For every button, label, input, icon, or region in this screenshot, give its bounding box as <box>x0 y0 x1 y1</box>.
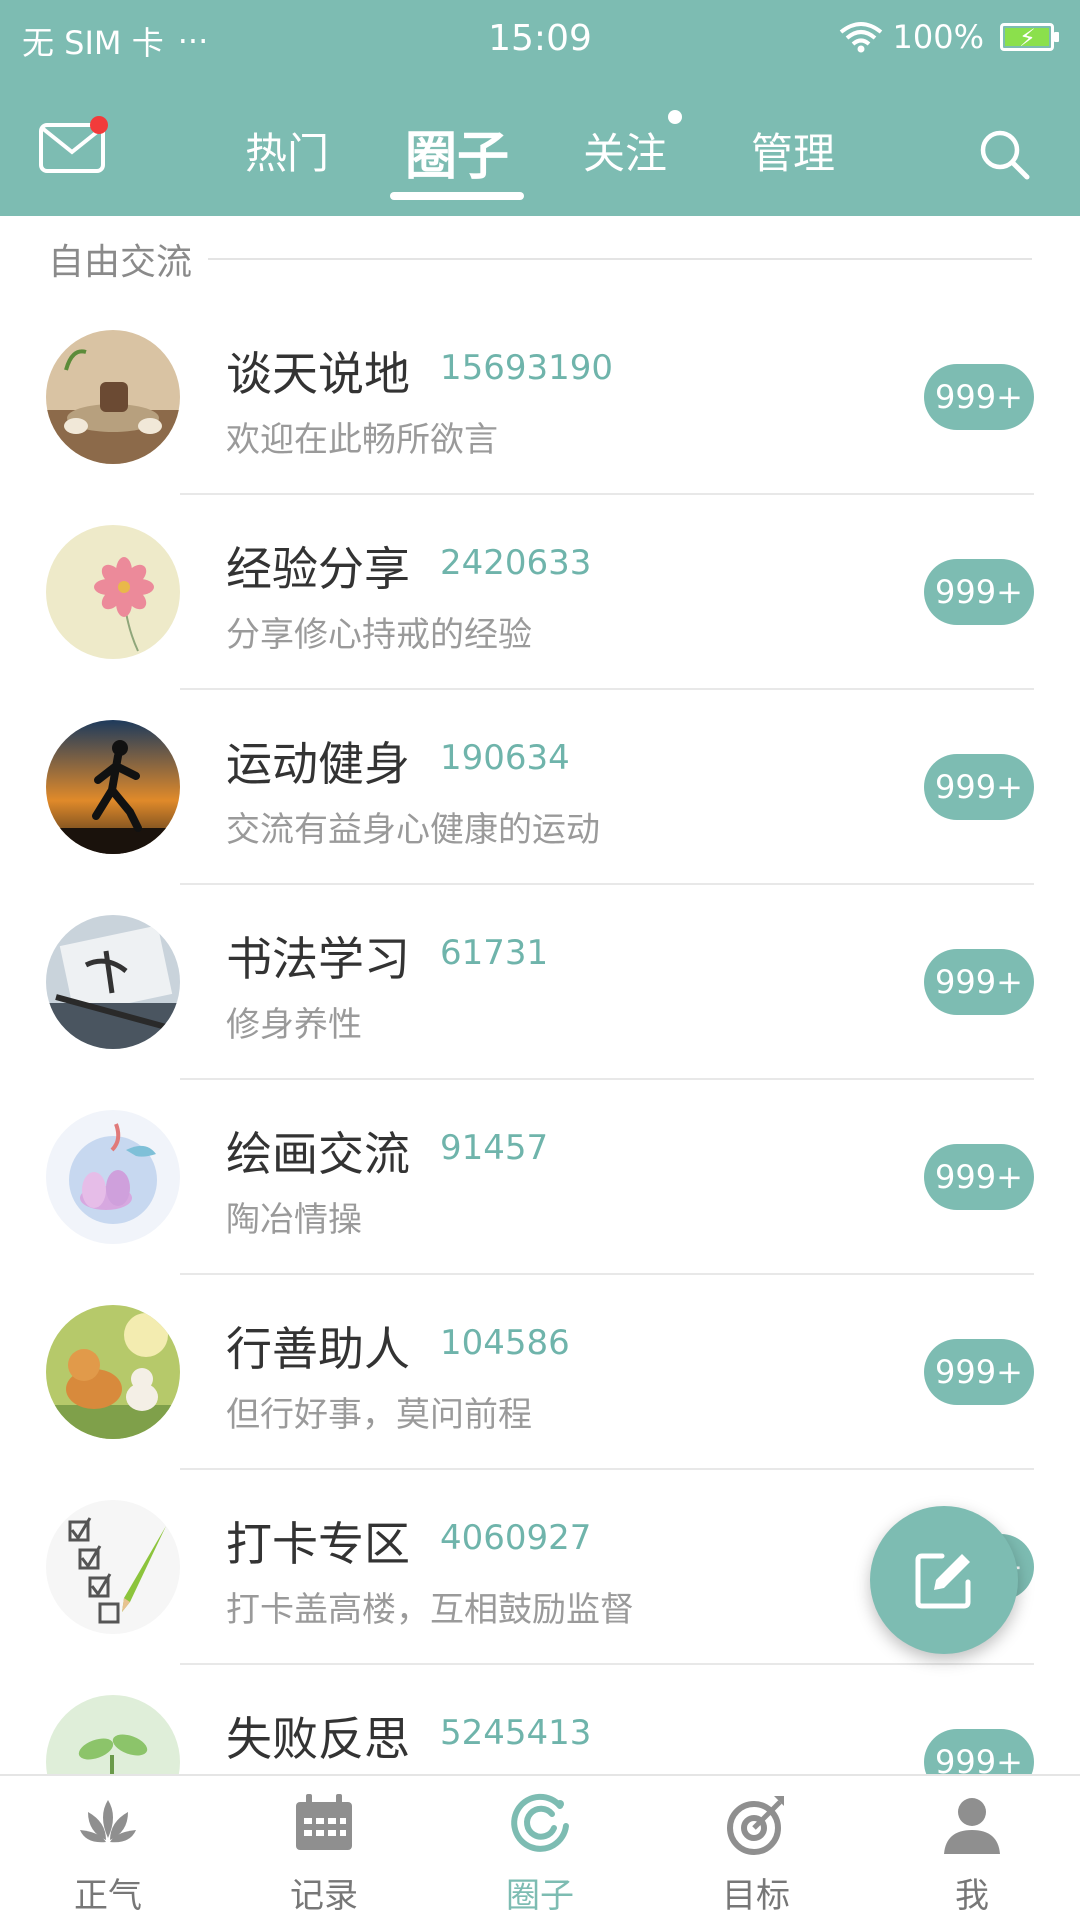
circle-name: 绘画交流 <box>226 1127 410 1181</box>
person-icon <box>944 1798 1000 1854</box>
list-item[interactable]: 经验分享 2420633 分享修心持戒的经验 999+ <box>0 495 1080 690</box>
circle-desc: 但行好事，莫问前程 <box>226 1395 532 1435</box>
bottom-nav: 正气 记录 圈子 目标 我 <box>0 1774 1080 1920</box>
tab-manage[interactable]: 管理 <box>728 120 858 181</box>
circle-name: 运动健身 <box>226 737 410 791</box>
bottom-nav-label: 正气 <box>74 1876 142 1916</box>
target-icon <box>727 1796 784 1855</box>
bottom-nav-label: 目标 <box>722 1876 790 1916</box>
circle-desc: 交流有益身心健康的运动 <box>226 810 600 850</box>
unread-badge: 999+ <box>924 949 1034 1015</box>
unread-badge: 999+ <box>924 754 1034 820</box>
avatar-animals <box>46 1305 180 1439</box>
follow-notification-dot <box>668 110 682 124</box>
tab-follow[interactable]: 关注 <box>560 120 690 181</box>
bottom-nav-item-goals[interactable]: 目标 <box>648 1776 864 1920</box>
circle-desc: 欢迎在此畅所欲言 <box>226 420 498 460</box>
list-item[interactable]: 绘画交流 91457 陶冶情操 999+ <box>0 1080 1080 1275</box>
circle-count: 91457 <box>440 1128 549 1168</box>
search-button[interactable] <box>976 126 1032 182</box>
bottom-nav-label: 记录 <box>290 1876 358 1916</box>
circle-desc: 分享修心持戒的经验 <box>226 615 532 655</box>
section-header: 自由交流 <box>48 234 1032 284</box>
section-title: 自由交流 <box>48 242 193 283</box>
circle-count: 61731 <box>440 933 549 973</box>
avatar-flower <box>46 525 180 659</box>
section-divider <box>208 258 1032 260</box>
edit-icon <box>915 1553 971 1609</box>
circle-name: 失败反思 <box>226 1712 410 1766</box>
battery-icon: ⚡ <box>1000 23 1059 52</box>
nav-tabs: 热门 圈子 关注 管理 <box>0 96 1080 216</box>
bottom-nav-label: 我 <box>955 1876 989 1916</box>
avatar-painting <box>46 1110 180 1244</box>
tab-hot[interactable]: 热门 <box>222 120 352 181</box>
avatar-runner <box>46 720 180 854</box>
avatar-checklist <box>46 1500 180 1634</box>
unread-badge: 999+ <box>924 1144 1034 1210</box>
wifi-icon <box>839 22 882 53</box>
circle-desc: 打卡盖高楼，互相鼓励监督 <box>226 1590 634 1630</box>
list-item[interactable]: 谈天说地 15693190 欢迎在此畅所欲言 999+ <box>0 300 1080 495</box>
circle-count: 104586 <box>440 1323 570 1363</box>
unread-badge: 999+ <box>924 1339 1034 1405</box>
circle-name: 谈天说地 <box>226 347 410 401</box>
circle-count: 190634 <box>440 738 570 778</box>
list-item[interactable]: 行善助人 104586 但行好事，莫问前程 999+ <box>0 1275 1080 1470</box>
tab-circles[interactable]: 圈子 <box>392 114 522 189</box>
circle-name: 书法学习 <box>226 932 410 986</box>
active-tab-indicator <box>390 192 524 200</box>
circle-desc: 修身养性 <box>226 1005 362 1045</box>
battery-percent: 100% <box>892 18 984 56</box>
lotus-icon <box>80 1800 136 1843</box>
compose-button[interactable] <box>870 1506 1018 1654</box>
circle-count: 4060927 <box>440 1518 592 1558</box>
list-item[interactable]: 运动健身 190634 交流有益身心健康的运动 999+ <box>0 690 1080 885</box>
avatar-tea <box>46 330 180 464</box>
bottom-nav-item-records[interactable]: 记录 <box>216 1776 432 1920</box>
circle-count: 2420633 <box>440 543 592 583</box>
bottom-nav-item-zhengqi[interactable]: 正气 <box>0 1776 216 1920</box>
circle-name: 打卡专区 <box>226 1517 410 1571</box>
status-right: 100% ⚡ <box>839 18 1059 56</box>
circle-desc: 陶冶情操 <box>226 1200 362 1240</box>
top-nav: 热门 圈子 关注 管理 <box>0 96 1080 216</box>
bottom-nav-item-circles[interactable]: 圈子 <box>432 1776 648 1920</box>
unread-badge: 999+ <box>924 559 1034 625</box>
circle-count: 5245413 <box>440 1713 592 1753</box>
status-bar: 无 SIM 卡 ··· 15:09 100% ⚡ <box>0 0 1080 80</box>
bottom-nav-label: 圈子 <box>506 1876 574 1916</box>
calendar-icon <box>296 1794 352 1850</box>
circle-count: 15693190 <box>440 348 614 388</box>
circle-name: 经验分享 <box>226 542 410 596</box>
circle-icon <box>511 1793 569 1852</box>
bottom-nav-item-me[interactable]: 我 <box>864 1776 1080 1920</box>
avatar-calligraphy <box>46 915 180 1049</box>
app-header: 无 SIM 卡 ··· 15:09 100% ⚡ 热门 圈子 关注 管理 <box>0 0 1080 216</box>
list-item[interactable]: 书法学习 61731 修身养性 999+ <box>0 885 1080 1080</box>
unread-badge: 999+ <box>924 364 1034 430</box>
search-icon <box>980 130 1030 180</box>
circle-name: 行善助人 <box>226 1322 410 1376</box>
